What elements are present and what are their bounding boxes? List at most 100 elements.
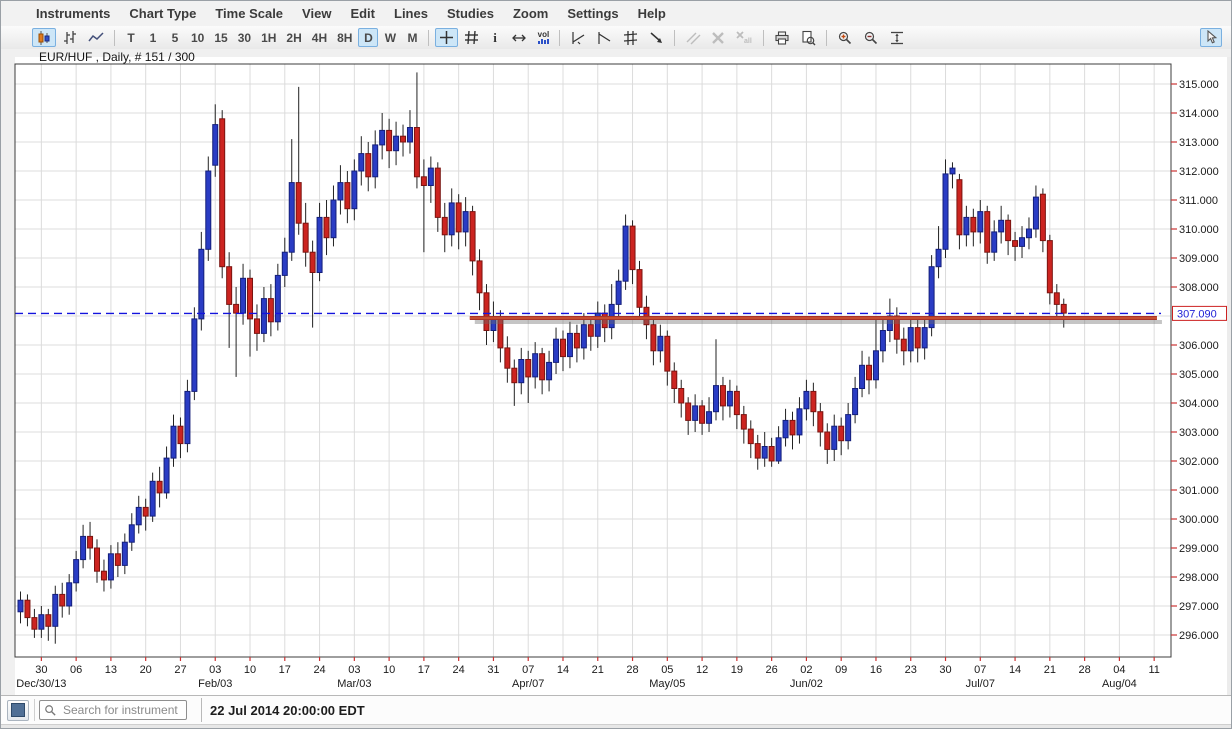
- menubar: Instruments Chart Type Time Scale View Edit L…: [1, 1, 1231, 26]
- tf-30min-button[interactable]: 30: [234, 28, 255, 47]
- toolbar: T151015301H2H4H8HDWMivolall: [1, 26, 1231, 49]
- right-edge-strip: [1227, 57, 1232, 695]
- timestamp: 22 Jul 2014 20:00:00 EDT: [210, 703, 365, 718]
- tf-15min-button[interactable]: 15: [210, 28, 231, 47]
- svg-text:305.000: 305.000: [1179, 369, 1219, 381]
- menu-time-scale[interactable]: Time Scale: [215, 6, 283, 21]
- svg-text:04: 04: [1113, 664, 1125, 676]
- fit-vertical-button[interactable]: [885, 28, 909, 47]
- svg-text:303.000: 303.000: [1179, 427, 1219, 439]
- svg-text:304.000: 304.000: [1179, 398, 1219, 410]
- fit-vertical-icon: [889, 30, 905, 46]
- tf-1min-label: 1: [150, 31, 157, 45]
- arrow-icon: [648, 30, 664, 46]
- parallel-lines-button[interactable]: [618, 28, 642, 47]
- tf-daily-button[interactable]: D: [358, 28, 378, 47]
- chart-canvas[interactable]: 296.000297.000298.000299.000300.000301.0…: [1, 49, 1232, 695]
- tf-tick-label: T: [127, 31, 134, 45]
- search-box[interactable]: [39, 700, 187, 720]
- tf-2hour-button[interactable]: 2H: [282, 28, 305, 47]
- tf-1min-button[interactable]: 1: [143, 28, 163, 47]
- tf-monthly-button[interactable]: M: [402, 28, 422, 47]
- svg-text:17: 17: [279, 664, 291, 676]
- svg-text:310.000: 310.000: [1179, 224, 1219, 236]
- menu-chart-type[interactable]: Chart Type: [129, 6, 196, 21]
- delete-all-icon: all: [735, 30, 753, 45]
- svg-text:299.000: 299.000: [1179, 543, 1219, 555]
- menu-studies[interactable]: Studies: [447, 6, 494, 21]
- search-input[interactable]: [61, 702, 182, 718]
- chart-window: Instruments Chart Type Time Scale View Edit L…: [0, 0, 1232, 729]
- edit-lines-button[interactable]: [681, 28, 705, 47]
- menu-lines[interactable]: Lines: [394, 6, 428, 21]
- tf-8hour-button[interactable]: 8H: [333, 28, 356, 47]
- toolbar-separator: [559, 30, 560, 46]
- printer-icon: [774, 30, 790, 46]
- svg-text:24: 24: [453, 664, 465, 676]
- toolbar-group-chart-tools: i vol: [434, 28, 554, 47]
- svg-text:Aug/04: Aug/04: [1102, 678, 1137, 690]
- tf-weekly-button[interactable]: W: [380, 28, 400, 47]
- zoom-in-button[interactable]: [833, 28, 857, 47]
- horizontal-scale-button[interactable]: [507, 28, 531, 47]
- zoom-out-icon: [863, 30, 879, 46]
- arrow-draw-button[interactable]: [644, 28, 668, 47]
- crosshair-button[interactable]: [435, 28, 458, 47]
- statusbar: 22 Jul 2014 20:00:00 EDT: [1, 695, 1231, 724]
- svg-text:Feb/03: Feb/03: [198, 678, 232, 690]
- svg-text:17: 17: [418, 664, 430, 676]
- svg-text:19: 19: [731, 664, 743, 676]
- trend-line-button[interactable]: [566, 28, 590, 47]
- menu-view[interactable]: View: [302, 6, 331, 21]
- instrument-list-button[interactable]: [7, 700, 29, 721]
- svg-text:09: 09: [835, 664, 847, 676]
- volume-button[interactable]: vol: [533, 28, 553, 47]
- svg-text:23: 23: [905, 664, 917, 676]
- svg-text:03: 03: [209, 664, 221, 676]
- parallel-lines-icon: [622, 30, 638, 46]
- menu-settings[interactable]: Settings: [567, 6, 618, 21]
- menu-help[interactable]: Help: [638, 6, 666, 21]
- toolbar-separator: [674, 30, 675, 46]
- toolbar-group-draw-tools: [565, 28, 669, 47]
- menu-edit[interactable]: Edit: [350, 6, 375, 21]
- svg-text:May/05: May/05: [649, 678, 685, 690]
- candlestick-chart-button[interactable]: [32, 28, 56, 47]
- delete-all-lines-button[interactable]: all: [731, 28, 757, 47]
- svg-text:13: 13: [105, 664, 117, 676]
- tf-5min-button[interactable]: 5: [165, 28, 185, 47]
- pointer-icon: [1204, 30, 1218, 45]
- toolbar-group-edit-tools: all: [680, 28, 758, 47]
- tf-5min-label: 5: [172, 31, 179, 45]
- instrument-label: EUR/HUF , Daily, # 151 / 300: [39, 50, 195, 64]
- svg-text:10: 10: [244, 664, 256, 676]
- tf-1hour-button[interactable]: 1H: [257, 28, 280, 47]
- tf-10min-button[interactable]: 10: [187, 28, 208, 47]
- delete-line-button[interactable]: [707, 28, 729, 47]
- ray-line-button[interactable]: [592, 28, 616, 47]
- svg-text:30: 30: [939, 664, 951, 676]
- grid-toggle-button[interactable]: [460, 28, 483, 47]
- zoom-out-button[interactable]: [859, 28, 883, 47]
- volume-icon: vol: [538, 31, 550, 44]
- menu-zoom[interactable]: Zoom: [513, 6, 548, 21]
- menu-instruments[interactable]: Instruments: [36, 6, 110, 21]
- statusbar-separator: [34, 699, 35, 721]
- instrument-list-icon: [11, 703, 25, 717]
- tf-4hour-button[interactable]: 4H: [308, 28, 331, 47]
- print-preview-button[interactable]: [796, 28, 820, 47]
- svg-text:14: 14: [557, 664, 569, 676]
- line-chart-button[interactable]: [84, 28, 108, 47]
- toolbar-group-timeframes: T151015301H2H4H8HDWM: [120, 28, 423, 47]
- svg-text:313.000: 313.000: [1179, 137, 1219, 149]
- info-button[interactable]: i: [485, 28, 505, 47]
- print-preview-icon: [800, 30, 816, 46]
- svg-text:315.000: 315.000: [1179, 79, 1219, 91]
- svg-text:07: 07: [522, 664, 534, 676]
- pointer-tool-button[interactable]: [1200, 28, 1222, 47]
- svg-text:30: 30: [35, 664, 47, 676]
- svg-text:314.000: 314.000: [1179, 108, 1219, 120]
- tf-tick-button[interactable]: T: [121, 28, 141, 47]
- print-button[interactable]: [770, 28, 794, 47]
- ohlc-bar-chart-button[interactable]: [58, 28, 82, 47]
